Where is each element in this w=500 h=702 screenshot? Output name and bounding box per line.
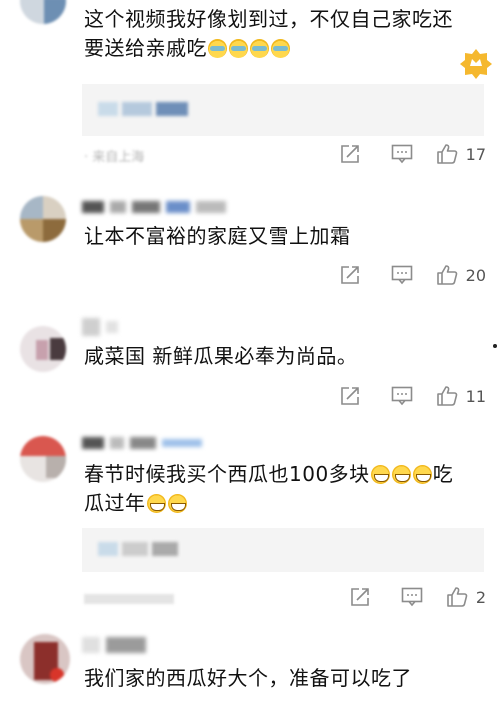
crying-laughing-emoji-icon bbox=[250, 39, 269, 58]
comment-icon bbox=[391, 265, 412, 285]
thumb-up-icon bbox=[447, 587, 468, 607]
reply-preview[interactable] bbox=[82, 528, 484, 572]
like-button[interactable]: 2 bbox=[446, 586, 486, 608]
share-button[interactable] bbox=[324, 386, 376, 406]
crying-laughing-emoji-icon bbox=[271, 39, 290, 58]
share-icon bbox=[340, 145, 359, 163]
comment-text: 我们家的西瓜好大个，准备可以吃了 bbox=[84, 666, 412, 690]
comment-actions: 20 bbox=[324, 264, 486, 286]
reply-button[interactable] bbox=[376, 144, 428, 164]
like-count: 17 bbox=[465, 144, 486, 164]
username bbox=[82, 200, 226, 214]
share-icon bbox=[340, 266, 359, 284]
reply-button[interactable] bbox=[386, 587, 438, 607]
avatar[interactable] bbox=[20, 326, 66, 372]
avatar[interactable] bbox=[20, 196, 66, 242]
reply-button[interactable] bbox=[376, 265, 428, 285]
share-icon bbox=[351, 588, 369, 606]
comment-actions: 17 bbox=[324, 143, 486, 165]
like-count: 2 bbox=[475, 587, 486, 607]
comment-actions: 2 bbox=[334, 586, 486, 608]
username bbox=[82, 436, 202, 450]
reply-preview[interactable] bbox=[82, 84, 484, 136]
like-count: 20 bbox=[465, 265, 486, 285]
comment-icon bbox=[391, 144, 412, 164]
avatar[interactable] bbox=[20, 436, 66, 482]
like-button[interactable]: 20 bbox=[436, 264, 486, 286]
grin-emoji-icon bbox=[146, 494, 166, 513]
comment-text: 春节时候我买个西瓜也100多块 吃瓜过年 bbox=[84, 462, 454, 515]
stray-dot bbox=[493, 344, 497, 348]
blurred-reply-text bbox=[98, 542, 178, 556]
thumb-up-icon bbox=[436, 265, 457, 285]
like-button[interactable]: 17 bbox=[436, 143, 486, 165]
comment-text: 这个视频我好像划到过，不仅自己家吃还要送给亲戚吃 bbox=[84, 7, 453, 60]
share-button[interactable] bbox=[334, 587, 386, 607]
share-button[interactable] bbox=[324, 265, 376, 285]
grin-emoji-icon bbox=[370, 465, 390, 484]
share-button[interactable] bbox=[324, 144, 376, 164]
comment-icon bbox=[401, 587, 423, 607]
avatar[interactable] bbox=[20, 634, 70, 684]
comment-meta bbox=[84, 594, 174, 604]
crying-laughing-emoji-icon bbox=[208, 39, 227, 58]
membership-badge-icon bbox=[460, 49, 492, 79]
like-count: 11 bbox=[465, 386, 486, 406]
avatar[interactable] bbox=[20, 0, 66, 24]
thumb-up-icon bbox=[436, 386, 457, 406]
blurred-reply-text bbox=[98, 102, 188, 116]
reply-button[interactable] bbox=[376, 386, 428, 406]
share-icon bbox=[340, 387, 359, 405]
crying-laughing-emoji-icon bbox=[229, 39, 248, 58]
like-button[interactable]: 11 bbox=[436, 385, 486, 407]
grin-emoji-icon bbox=[391, 465, 411, 484]
comment-text: 让本不富裕的家庭又雪上加霜 bbox=[84, 224, 351, 248]
grin-emoji-icon bbox=[412, 465, 432, 484]
comment-text: 咸菜国 新鲜瓜果必奉为尚品。 bbox=[84, 344, 358, 368]
username bbox=[82, 318, 118, 336]
thumb-up-icon bbox=[436, 144, 457, 164]
comment-actions: 11 bbox=[324, 385, 486, 407]
username bbox=[82, 637, 146, 653]
grin-emoji-icon bbox=[167, 494, 187, 513]
comment-icon bbox=[391, 386, 412, 406]
comment-meta: · 来自上海 bbox=[84, 150, 145, 165]
